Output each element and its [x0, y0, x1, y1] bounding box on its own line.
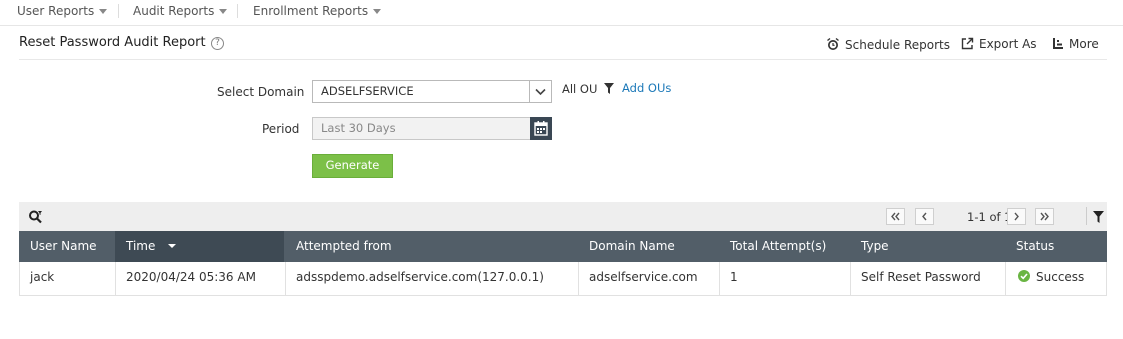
- success-check-icon: [1018, 270, 1030, 282]
- status-label: Success: [1036, 270, 1085, 284]
- schedule-reports-label: Schedule Reports: [845, 38, 950, 52]
- column-header-attempted-from[interactable]: Attempted from: [296, 231, 392, 262]
- chevron-down-icon: [373, 9, 382, 14]
- column-header-total-attempts[interactable]: Total Attempt(s): [730, 231, 826, 262]
- table-toolbar: 1-1 of 1: [19, 202, 1107, 231]
- toolbar-divider: [1086, 207, 1087, 225]
- cell-time: 2020/04/24 05:36 AM: [126, 270, 256, 284]
- nav-user-reports[interactable]: User Reports: [17, 4, 108, 18]
- period-field[interactable]: Last 30 Days: [312, 117, 552, 140]
- column-header-type[interactable]: Type: [861, 231, 889, 262]
- period-label: Period: [262, 122, 300, 136]
- page-title: Reset Password Audit Report: [19, 35, 206, 50]
- calendar-icon: [534, 121, 548, 136]
- filter-icon[interactable]: [1093, 211, 1104, 223]
- last-page-icon: [1040, 212, 1049, 221]
- alarm-clock-icon: [827, 37, 839, 50]
- first-page-icon: [891, 212, 900, 221]
- nav-label: User Reports: [17, 4, 95, 18]
- chevron-down-icon: [535, 88, 546, 96]
- nav-divider: [237, 4, 238, 18]
- next-page-icon: [1014, 212, 1019, 221]
- top-nav: User Reports Audit Reports Enrollment Re…: [0, 0, 1123, 26]
- cell-divider: [285, 262, 286, 295]
- more-button[interactable]: More: [1052, 37, 1099, 51]
- prev-page-button[interactable]: [915, 208, 934, 225]
- cell-divider: [578, 262, 579, 295]
- title-divider: [19, 59, 1107, 60]
- table-row[interactable]: jack 2020/04/24 05:36 AM adsspdemo.adsel…: [19, 262, 1107, 296]
- column-header-user-name[interactable]: User Name: [30, 231, 97, 262]
- nav-enrollment-reports[interactable]: Enrollment Reports: [253, 4, 382, 18]
- period-value: Last 30 Days: [321, 121, 396, 135]
- chevron-down-icon: [99, 9, 108, 14]
- search-filter-icon[interactable]: [28, 209, 43, 224]
- cell-divider: [850, 262, 851, 295]
- nav-label: Audit Reports: [133, 4, 215, 18]
- schedule-reports-button[interactable]: Schedule Reports: [826, 37, 950, 52]
- cell-divider: [115, 262, 116, 295]
- domain-select[interactable]: ADSELFSERVICE: [312, 80, 552, 103]
- cell-divider: [719, 262, 720, 295]
- chevron-down-icon: [219, 9, 228, 14]
- more-icon: [1053, 38, 1063, 49]
- cell-status: Success: [1018, 262, 1084, 295]
- select-domain-label: Select Domain: [217, 85, 305, 99]
- cell-domain-name: adselfservice.com: [589, 270, 698, 284]
- cell-divider: [1005, 262, 1006, 295]
- nav-divider: [118, 4, 119, 18]
- ou-scope-label: All OU: [562, 82, 598, 96]
- column-header-time-label: Time: [126, 239, 156, 253]
- add-ous-link[interactable]: Add OUs: [622, 81, 671, 95]
- column-header-time[interactable]: Time: [126, 231, 177, 262]
- pagination-text: 1-1 of 1: [967, 210, 1012, 224]
- filter-icon[interactable]: [604, 83, 614, 94]
- nav-label: Enrollment Reports: [253, 4, 369, 18]
- calendar-button[interactable]: [530, 117, 552, 140]
- column-header-status[interactable]: Status: [1016, 231, 1054, 262]
- help-icon[interactable]: ?: [211, 37, 224, 50]
- first-page-button[interactable]: [886, 208, 905, 225]
- last-page-button[interactable]: [1035, 208, 1054, 225]
- column-header-domain-name[interactable]: Domain Name: [589, 231, 675, 262]
- domain-select-value: ADSELFSERVICE: [321, 84, 414, 98]
- cell-attempted-from: adsspdemo.adselfservice.com(127.0.0.1): [296, 270, 544, 284]
- generate-button[interactable]: Generate: [312, 154, 393, 178]
- cell-total-attempts: 1: [730, 270, 738, 284]
- prev-page-icon: [922, 212, 927, 221]
- sort-desc-icon: [168, 244, 177, 248]
- cell-type: Self Reset Password: [861, 270, 981, 284]
- more-label: More: [1069, 37, 1099, 51]
- export-as-label: Export As: [979, 37, 1037, 51]
- next-page-button[interactable]: [1007, 208, 1026, 225]
- export-as-button[interactable]: Export As: [961, 37, 1037, 51]
- cell-user-name: jack: [30, 270, 55, 284]
- nav-audit-reports[interactable]: Audit Reports: [133, 4, 228, 18]
- table-header: User Name Time Attempted from Domain Nam…: [19, 231, 1107, 262]
- domain-select-toggle[interactable]: [529, 81, 551, 102]
- export-icon: [961, 37, 974, 50]
